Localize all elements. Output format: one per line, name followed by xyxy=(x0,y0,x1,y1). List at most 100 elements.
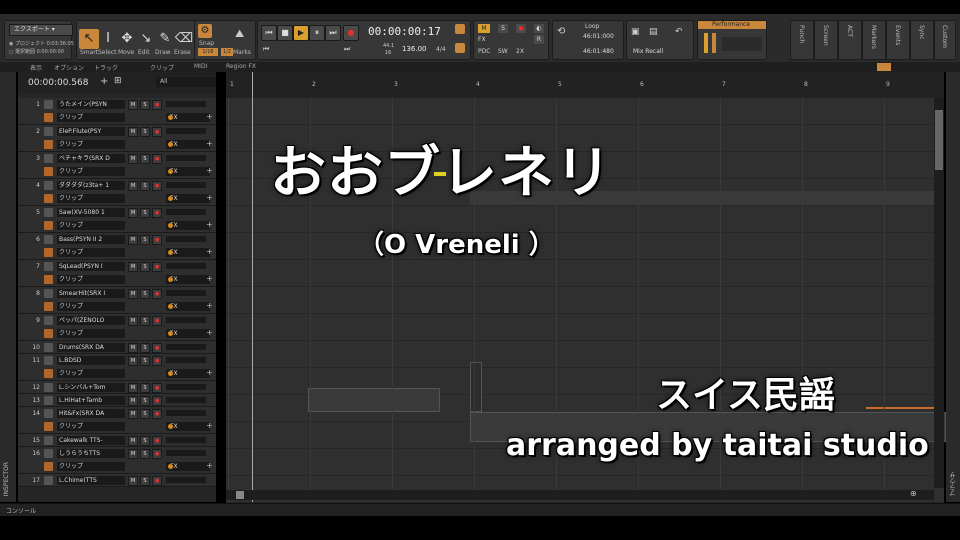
mute-button[interactable]: M xyxy=(128,235,138,245)
track-name[interactable]: Saw(XV-5080 1 xyxy=(57,208,125,217)
volume-slider[interactable] xyxy=(166,397,206,403)
console-label[interactable]: コンソール xyxy=(6,506,36,515)
vertical-scrollbar[interactable] xyxy=(934,98,944,488)
volume-slider[interactable] xyxy=(166,477,206,483)
solo-button[interactable]: S xyxy=(140,476,150,486)
volume-slider[interactable] xyxy=(166,437,206,443)
fx-power-icon[interactable] xyxy=(168,169,173,174)
record-arm-icon[interactable]: ● xyxy=(152,356,162,366)
mute-button[interactable]: M xyxy=(128,316,138,326)
track-row[interactable]: 9 ペッパ(ZENOLO M S ● クリップ FX + xyxy=(18,314,216,341)
record-arm-icon[interactable]: ● xyxy=(152,316,162,326)
side-tab-act[interactable]: ACT xyxy=(838,20,862,60)
track-row[interactable]: 7 SqLead(PSYN I M S ● クリップ FX + xyxy=(18,260,216,287)
track-row[interactable]: 3 ベチャキラ(SRX D M S ● クリップ FX + xyxy=(18,152,216,179)
loop-start[interactable]: 46:01:000 xyxy=(583,33,614,40)
now-time-cursor[interactable] xyxy=(252,72,253,502)
smart-tool-icon[interactable]: ↖ xyxy=(79,29,99,49)
track-name[interactable]: うたメイン(PSYN xyxy=(57,100,125,109)
side-tab-screen[interactable]: Screen xyxy=(814,20,838,60)
clip-selector[interactable]: クリップ xyxy=(57,369,125,378)
track-name[interactable]: しうらうちTTS xyxy=(57,449,125,458)
automation-icon[interactable] xyxy=(44,422,53,431)
mute-button[interactable]: M xyxy=(128,154,138,164)
record-icon[interactable]: ● xyxy=(343,25,359,41)
clip-selector[interactable]: クリップ xyxy=(57,113,125,122)
clip-selector[interactable]: クリップ xyxy=(57,221,125,230)
solo-button[interactable]: S xyxy=(140,154,150,164)
add-fx-icon[interactable]: + xyxy=(206,193,213,202)
mute-button[interactable]: M xyxy=(128,100,138,110)
track-row[interactable]: 14 Hit&Fx(SRX DA M S ● クリップ FX + xyxy=(18,407,216,434)
move-tool-icon[interactable]: ✥ xyxy=(117,29,137,49)
track-name[interactable]: L.Chime(TTS xyxy=(57,476,125,485)
track-row[interactable]: 10 Drums(SRX DA M S ● xyxy=(18,341,216,354)
solo-button[interactable]: S xyxy=(140,396,150,406)
add-fx-icon[interactable]: + xyxy=(206,139,213,148)
fast-forward-icon[interactable]: ⏭ xyxy=(325,25,341,41)
mute-button[interactable]: M xyxy=(128,356,138,366)
automation-icon[interactable] xyxy=(44,462,53,471)
track-name[interactable]: Cakewalk TTS- xyxy=(57,436,125,445)
track-row[interactable]: 15 Cakewalk TTS- M S ● xyxy=(18,434,216,447)
add-fx-icon[interactable]: + xyxy=(206,301,213,310)
clip-selector[interactable]: クリップ xyxy=(57,462,125,471)
go-start-icon[interactable]: ⏮ xyxy=(263,45,269,54)
solo-button[interactable]: S xyxy=(140,181,150,191)
side-tab-custom[interactable]: Custom xyxy=(934,20,956,60)
mix-recall[interactable]: Mix Recall xyxy=(633,48,663,55)
automation-icon[interactable] xyxy=(44,113,53,122)
tempo[interactable]: 136.00 xyxy=(402,45,427,53)
fx-power-icon[interactable] xyxy=(168,142,173,147)
horizontal-scroll-thumb[interactable] xyxy=(236,491,244,499)
add-fx-icon[interactable]: + xyxy=(206,421,213,430)
menu-midi[interactable]: MIDI xyxy=(194,63,207,70)
add-track-icon[interactable]: + xyxy=(100,76,108,87)
count-in-icon[interactable] xyxy=(455,43,465,53)
input-echo-icon[interactable]: ◐ xyxy=(534,24,544,33)
track-row[interactable]: 4 ダダダダ(z3ta+ 1 M S ● クリップ FX + xyxy=(18,179,216,206)
volume-slider[interactable] xyxy=(166,384,206,390)
clip-selector[interactable]: クリップ xyxy=(57,167,125,176)
undo-icon[interactable]: ↶ xyxy=(675,27,683,37)
erase-tool-icon[interactable]: ⌫ xyxy=(174,29,194,49)
track-filter[interactable]: All xyxy=(156,77,216,87)
record-arm-icon[interactable]: ● xyxy=(152,436,162,446)
clip-selector[interactable]: クリップ xyxy=(57,140,125,149)
automation-icon[interactable] xyxy=(44,329,53,338)
track-name[interactable]: L.BDSD xyxy=(57,356,125,365)
track-name[interactable]: ペッパ(ZENOLO xyxy=(57,316,125,325)
go-end-icon[interactable]: ⏭ xyxy=(344,45,350,54)
stop-icon[interactable]: ■ xyxy=(277,25,293,41)
fx-power-icon[interactable] xyxy=(168,196,173,201)
solo-button[interactable]: S xyxy=(140,343,150,353)
track-name[interactable]: SqLead(PSYN I xyxy=(57,262,125,271)
mute-button[interactable]: M xyxy=(128,436,138,446)
record-arm-icon[interactable]: ● xyxy=(152,343,162,353)
track-name[interactable]: Hit&Fx(SRX DA xyxy=(57,409,125,418)
mute-button[interactable]: M xyxy=(128,343,138,353)
record-arm-icon[interactable]: ● xyxy=(152,476,162,486)
solo-button[interactable]: S xyxy=(140,208,150,218)
record-arm-icon[interactable]: ● xyxy=(152,208,162,218)
automation-icon[interactable] xyxy=(44,302,53,311)
side-tab-sync[interactable]: Sync xyxy=(910,20,934,60)
menu-tracks[interactable]: トラック xyxy=(94,63,118,72)
clip-selector[interactable]: クリップ xyxy=(57,329,125,338)
track-row[interactable]: 16 しうらうちTTS M S ● クリップ FX + xyxy=(18,447,216,474)
mute-button[interactable]: M xyxy=(128,262,138,272)
track-name[interactable]: Bass(PSYN II 2 xyxy=(57,235,125,244)
track-name[interactable]: L.HiHat+Tamb xyxy=(57,396,125,405)
volume-slider[interactable] xyxy=(166,290,206,296)
record-arm-icon[interactable]: ● xyxy=(152,154,162,164)
mute-button[interactable]: M xyxy=(128,181,138,191)
add-fx-icon[interactable]: + xyxy=(206,461,213,470)
mute-button[interactable]: M xyxy=(128,476,138,486)
track-name[interactable]: EleP.Flute(PSY xyxy=(57,127,125,136)
select-tool-icon[interactable]: I xyxy=(98,29,118,49)
track-row[interactable]: 13 L.HiHat+Tamb M S ● xyxy=(18,394,216,407)
arm-icon[interactable]: ● xyxy=(516,24,526,33)
rewind-start-icon[interactable]: ⏮ xyxy=(261,25,277,41)
meter[interactable]: 4/4 xyxy=(436,46,446,53)
track-row[interactable]: 12 L.シンバル+Tom M S ● xyxy=(18,381,216,394)
